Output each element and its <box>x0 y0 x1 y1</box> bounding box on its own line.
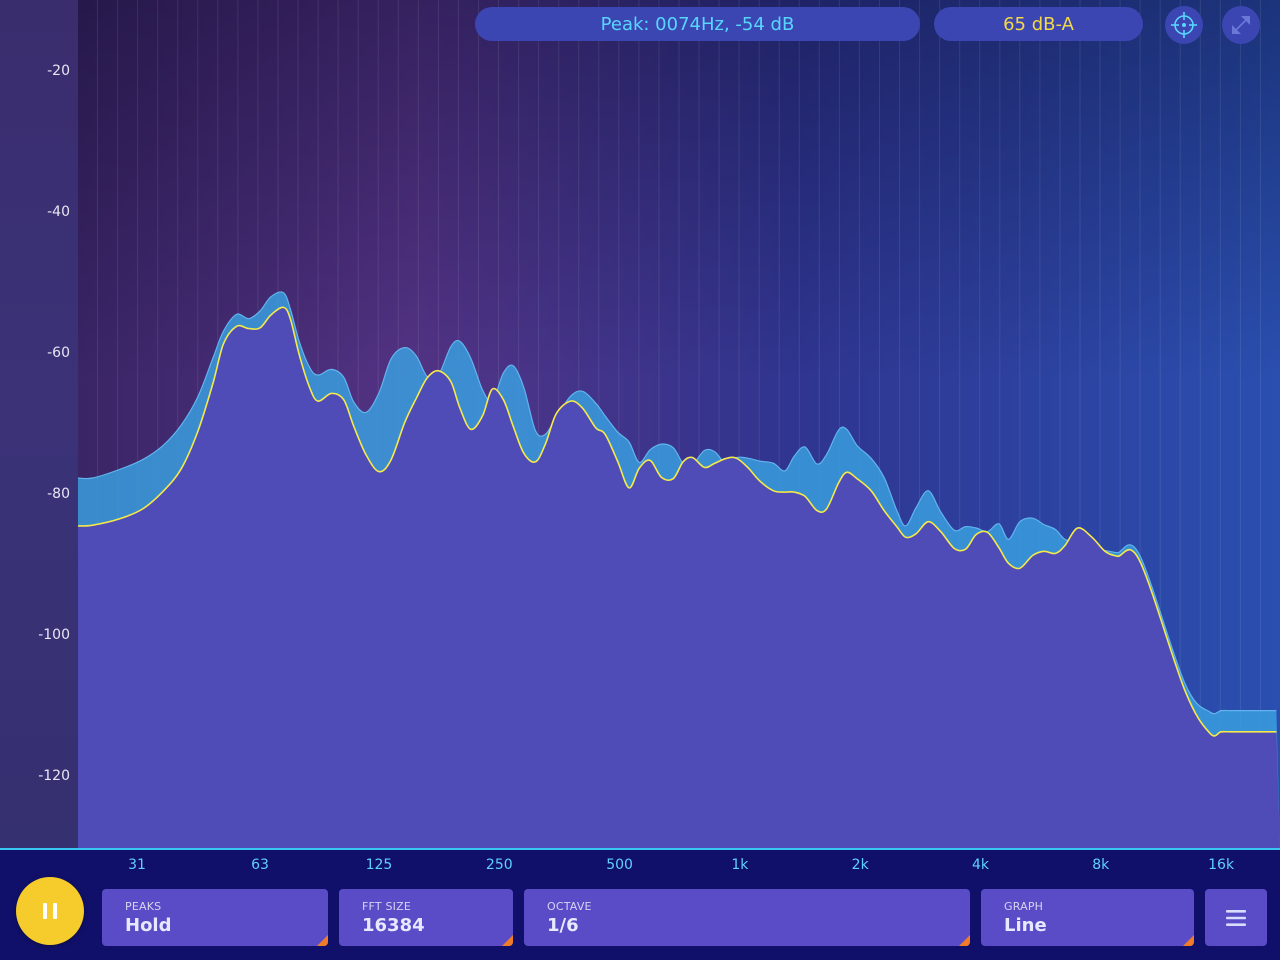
peak-readout-text: Peak: 0074Hz, -54 dB <box>600 13 795 35</box>
x-tick-label: 63 <box>251 857 269 873</box>
octave-selector[interactable]: OCTAVE 1/6 <box>524 889 970 946</box>
dropdown-corner-icon <box>1183 935 1194 946</box>
graph-value: Line <box>1004 915 1047 936</box>
x-tick-label: 250 <box>485 857 513 873</box>
peaks-value: Hold <box>125 915 172 936</box>
dropdown-corner-icon <box>317 935 328 946</box>
fft-size-label: FFT SIZE <box>362 900 411 913</box>
y-axis: -20 -40 -60 -80 -100 -120 <box>0 0 78 848</box>
x-tick-label: 4k <box>971 857 989 873</box>
peaks-label: PEAKS <box>125 900 162 913</box>
dropdown-corner-icon <box>502 935 513 946</box>
spectrum-svg <box>78 0 1280 848</box>
level-readout: 65 dB-A <box>934 7 1143 41</box>
octave-value: 1/6 <box>547 915 579 936</box>
pause-button[interactable] <box>16 877 84 945</box>
spectrum-plot[interactable] <box>78 0 1280 848</box>
x-tick-label: 8k <box>1092 857 1110 873</box>
y-tick-label: -80 <box>47 485 70 502</box>
x-tick-label: 125 <box>365 857 393 873</box>
y-tick-label: -100 <box>38 626 70 643</box>
expand-arrows-icon <box>1232 16 1250 34</box>
x-tick-label: 1k <box>731 857 749 873</box>
menu-button[interactable] <box>1205 889 1267 946</box>
fft-size-selector[interactable]: FFT SIZE 16384 <box>339 889 513 946</box>
pause-icon <box>43 903 57 919</box>
y-tick-label: -60 <box>47 344 70 361</box>
level-readout-text: 65 dB-A <box>1003 13 1074 35</box>
x-tick-label: 16k <box>1208 857 1235 873</box>
dropdown-corner-icon <box>959 935 970 946</box>
peak-readout: Peak: 0074Hz, -54 dB <box>475 7 920 41</box>
crosshair-target-icon <box>1171 12 1197 38</box>
target-button[interactable] <box>1165 6 1203 44</box>
y-tick-label: -20 <box>47 62 70 79</box>
x-tick-label: 500 <box>606 857 633 873</box>
x-tick-label: 31 <box>128 857 146 873</box>
x-tick-label: 2k <box>851 857 869 873</box>
octave-label: OCTAVE <box>547 900 592 913</box>
graph-label: GRAPH <box>1004 900 1044 913</box>
y-tick-label: -40 <box>47 203 70 220</box>
fft-size-value: 16384 <box>362 915 425 936</box>
y-tick-label: -120 <box>38 767 70 784</box>
hamburger-menu-icon <box>1226 909 1246 926</box>
graph-selector[interactable]: GRAPH Line <box>981 889 1194 946</box>
x-axis: 31 63 125 250 500 1k 2k 4k 8k 16k <box>0 850 1280 880</box>
bottom-bar: PEAKS Hold FFT SIZE 16384 OCTAVE 1/6 GRA… <box>0 877 1280 960</box>
expand-button[interactable] <box>1222 6 1260 44</box>
peaks-selector[interactable]: PEAKS Hold <box>102 889 328 946</box>
